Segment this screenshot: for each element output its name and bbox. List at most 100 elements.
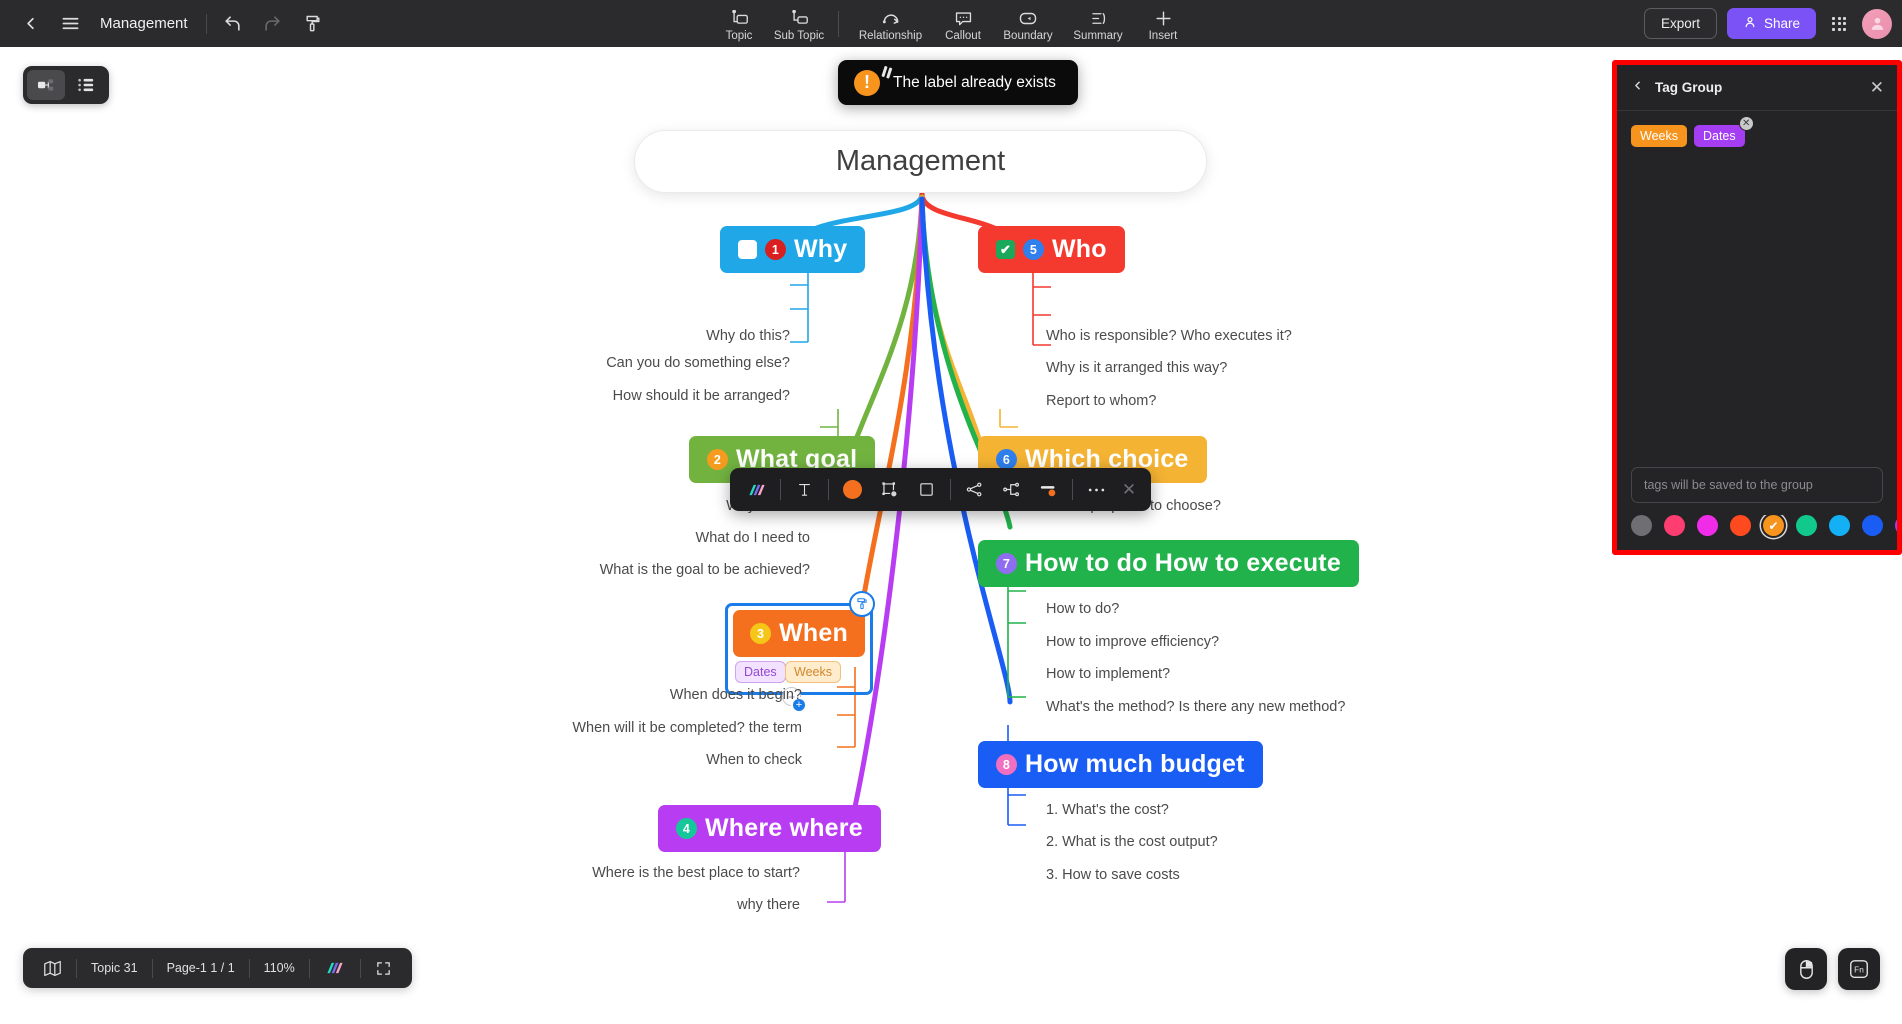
redo-icon[interactable] xyxy=(253,4,293,44)
callout-icon xyxy=(954,10,973,27)
tool-insert[interactable]: Insert xyxy=(1133,0,1193,47)
remove-chip-icon[interactable]: ✕ xyxy=(1738,116,1754,131)
node-where-where[interactable]: 4 Where where xyxy=(658,805,881,852)
close-icon[interactable]: ✕ xyxy=(1870,78,1884,98)
node-tag-dates[interactable]: Dates xyxy=(735,661,786,683)
close-icon[interactable]: ✕ xyxy=(1115,471,1143,508)
brush-style-icon[interactable] xyxy=(849,591,875,617)
leaf-when-1[interactable]: When does it begin? xyxy=(616,687,802,703)
ai-sparkle-icon[interactable] xyxy=(738,471,775,508)
tag-chip-weeks[interactable]: Weeks xyxy=(1631,125,1687,147)
leaf-when-3[interactable]: When to check xyxy=(546,752,802,768)
leaf-how-4[interactable]: What's the method? Is there any new meth… xyxy=(1046,699,1345,715)
leaf-why-1[interactable]: Why do this? xyxy=(586,328,790,344)
back-chevron-icon[interactable] xyxy=(1631,79,1644,96)
leaf-how-2[interactable]: How to improve efficiency? xyxy=(1046,634,1219,650)
leaf-where-2[interactable]: why there xyxy=(596,897,800,913)
more-dots-icon[interactable] xyxy=(1078,471,1115,508)
hamburger-menu-icon[interactable] xyxy=(50,4,90,44)
warning-exclamation-icon: ! xyxy=(854,69,880,96)
leaf-budget-1[interactable]: 1. What's the cost? xyxy=(1046,802,1169,818)
bottom-status-bar: Topic 31 Page-1 1 / 1 110% xyxy=(23,948,412,988)
ai-sparkle-icon[interactable] xyxy=(310,960,360,976)
color-swatch-magenta[interactable] xyxy=(1697,515,1718,536)
node-why[interactable]: 1 Why xyxy=(720,226,866,273)
tool-relationship[interactable]: Relationship xyxy=(848,0,933,47)
line-style-icon[interactable] xyxy=(1030,471,1067,508)
tool-label: Callout xyxy=(945,29,981,42)
node-tag-weeks[interactable]: Weeks xyxy=(785,661,841,683)
color-swatch-purple[interactable] xyxy=(1895,515,1897,536)
leaf-how-3[interactable]: How to implement? xyxy=(1046,666,1170,682)
share-button[interactable]: Share xyxy=(1726,8,1816,39)
tool-label: Relationship xyxy=(858,29,923,42)
color-swatch-light-blue[interactable] xyxy=(1829,515,1850,536)
tag-name-input[interactable]: tags will be saved to the group xyxy=(1631,467,1883,503)
node-how-to-do[interactable]: 7 How to do How to execute xyxy=(978,540,1359,587)
structure-icon[interactable] xyxy=(993,471,1030,508)
shape-icon[interactable] xyxy=(871,471,908,508)
divider xyxy=(828,479,829,500)
branch-layout-icon[interactable] xyxy=(956,471,993,508)
color-swatch-pink[interactable] xyxy=(1664,515,1685,536)
node-when[interactable]: 3 When xyxy=(733,610,865,657)
tag-chip-dates[interactable]: Dates ✕ xyxy=(1693,116,1754,147)
format-painter-icon[interactable] xyxy=(293,4,333,44)
leaf-budget-3[interactable]: 3. How to save costs xyxy=(1046,867,1180,883)
tool-callout[interactable]: Callout xyxy=(933,0,993,47)
map-overview-icon[interactable] xyxy=(29,960,76,977)
color-swatch-orange[interactable]: ✔ xyxy=(1763,515,1784,536)
insert-plus-icon xyxy=(1154,10,1173,27)
border-icon[interactable] xyxy=(908,471,945,508)
node-label: Why xyxy=(794,235,848,263)
color-swatch-blue[interactable] xyxy=(1862,515,1883,536)
node-how-much-budget[interactable]: 8 How much budget xyxy=(978,741,1263,788)
leaf-who-1[interactable]: Who is responsible? Who executes it? xyxy=(1046,328,1292,344)
outline-view-icon[interactable] xyxy=(67,70,105,100)
fn-shortcuts-button[interactable]: Fn xyxy=(1838,948,1880,990)
document-title[interactable]: Management xyxy=(100,15,188,32)
back-chevron-icon[interactable] xyxy=(10,4,50,44)
node-who[interactable]: ✔ 5 Who xyxy=(978,226,1125,273)
toast-notification: ! The label already exists xyxy=(838,60,1078,105)
tool-label: Summary xyxy=(1073,29,1123,42)
mindmap-view-icon[interactable] xyxy=(27,70,65,100)
leaf-how-1[interactable]: How to do? xyxy=(1046,601,1119,617)
leaf-who-2[interactable]: Why is it arranged this way? xyxy=(1046,360,1227,376)
tool-boundary[interactable]: Boundary xyxy=(993,0,1063,47)
undo-icon[interactable] xyxy=(213,4,253,44)
zoom-level[interactable]: 110% xyxy=(250,961,309,975)
fullscreen-icon[interactable] xyxy=(361,960,406,977)
tool-topic[interactable]: Topic xyxy=(709,0,769,47)
leaf-who-3[interactable]: Report to whom? xyxy=(1046,393,1156,409)
tool-summary[interactable]: Summary xyxy=(1063,0,1133,47)
page-indicator[interactable]: Page-1 1 / 1 xyxy=(153,961,249,975)
leaf-where-1[interactable]: Where is the best place to start? xyxy=(496,865,800,881)
divider xyxy=(838,10,839,37)
mouse-mode-button[interactable] xyxy=(1785,948,1827,990)
export-button[interactable]: Export xyxy=(1643,8,1717,39)
topic-count[interactable]: Topic 31 xyxy=(77,961,152,975)
fill-color-icon[interactable] xyxy=(834,471,871,508)
leaf-when-2[interactable]: When will it be completed? the term xyxy=(486,720,802,736)
leaf-goal-2[interactable]: What do I need to xyxy=(506,530,810,546)
apps-grid-icon[interactable] xyxy=(1826,11,1852,37)
checkbox-unchecked[interactable] xyxy=(738,240,757,259)
node-number-badge: 2 xyxy=(707,449,728,470)
leaf-why-2[interactable]: Can you do something else? xyxy=(486,355,790,371)
user-avatar[interactable] xyxy=(1862,8,1892,39)
relationship-icon xyxy=(881,10,901,27)
root-node[interactable]: Management xyxy=(634,130,1207,193)
color-swatch-gray[interactable] xyxy=(1631,515,1652,536)
tool-sub-topic[interactable]: Sub Topic xyxy=(769,0,829,47)
leaf-budget-2[interactable]: 2. What is the cost output? xyxy=(1046,834,1218,850)
tool-label: Sub Topic xyxy=(773,29,825,42)
leaf-goal-3[interactable]: What is the goal to be achieved? xyxy=(506,562,810,578)
text-format-icon[interactable] xyxy=(786,471,823,508)
tag-panel-header: Tag Group ✕ xyxy=(1617,65,1897,111)
checkbox-checked[interactable]: ✔ xyxy=(996,240,1015,259)
leaf-why-3[interactable]: How should it be arranged? xyxy=(486,388,790,404)
color-swatch-red-orange[interactable] xyxy=(1730,515,1751,536)
tag-group-panel: Tag Group ✕ Weeks Dates ✕ tags will be s… xyxy=(1612,60,1902,555)
color-swatch-green[interactable] xyxy=(1796,515,1817,536)
